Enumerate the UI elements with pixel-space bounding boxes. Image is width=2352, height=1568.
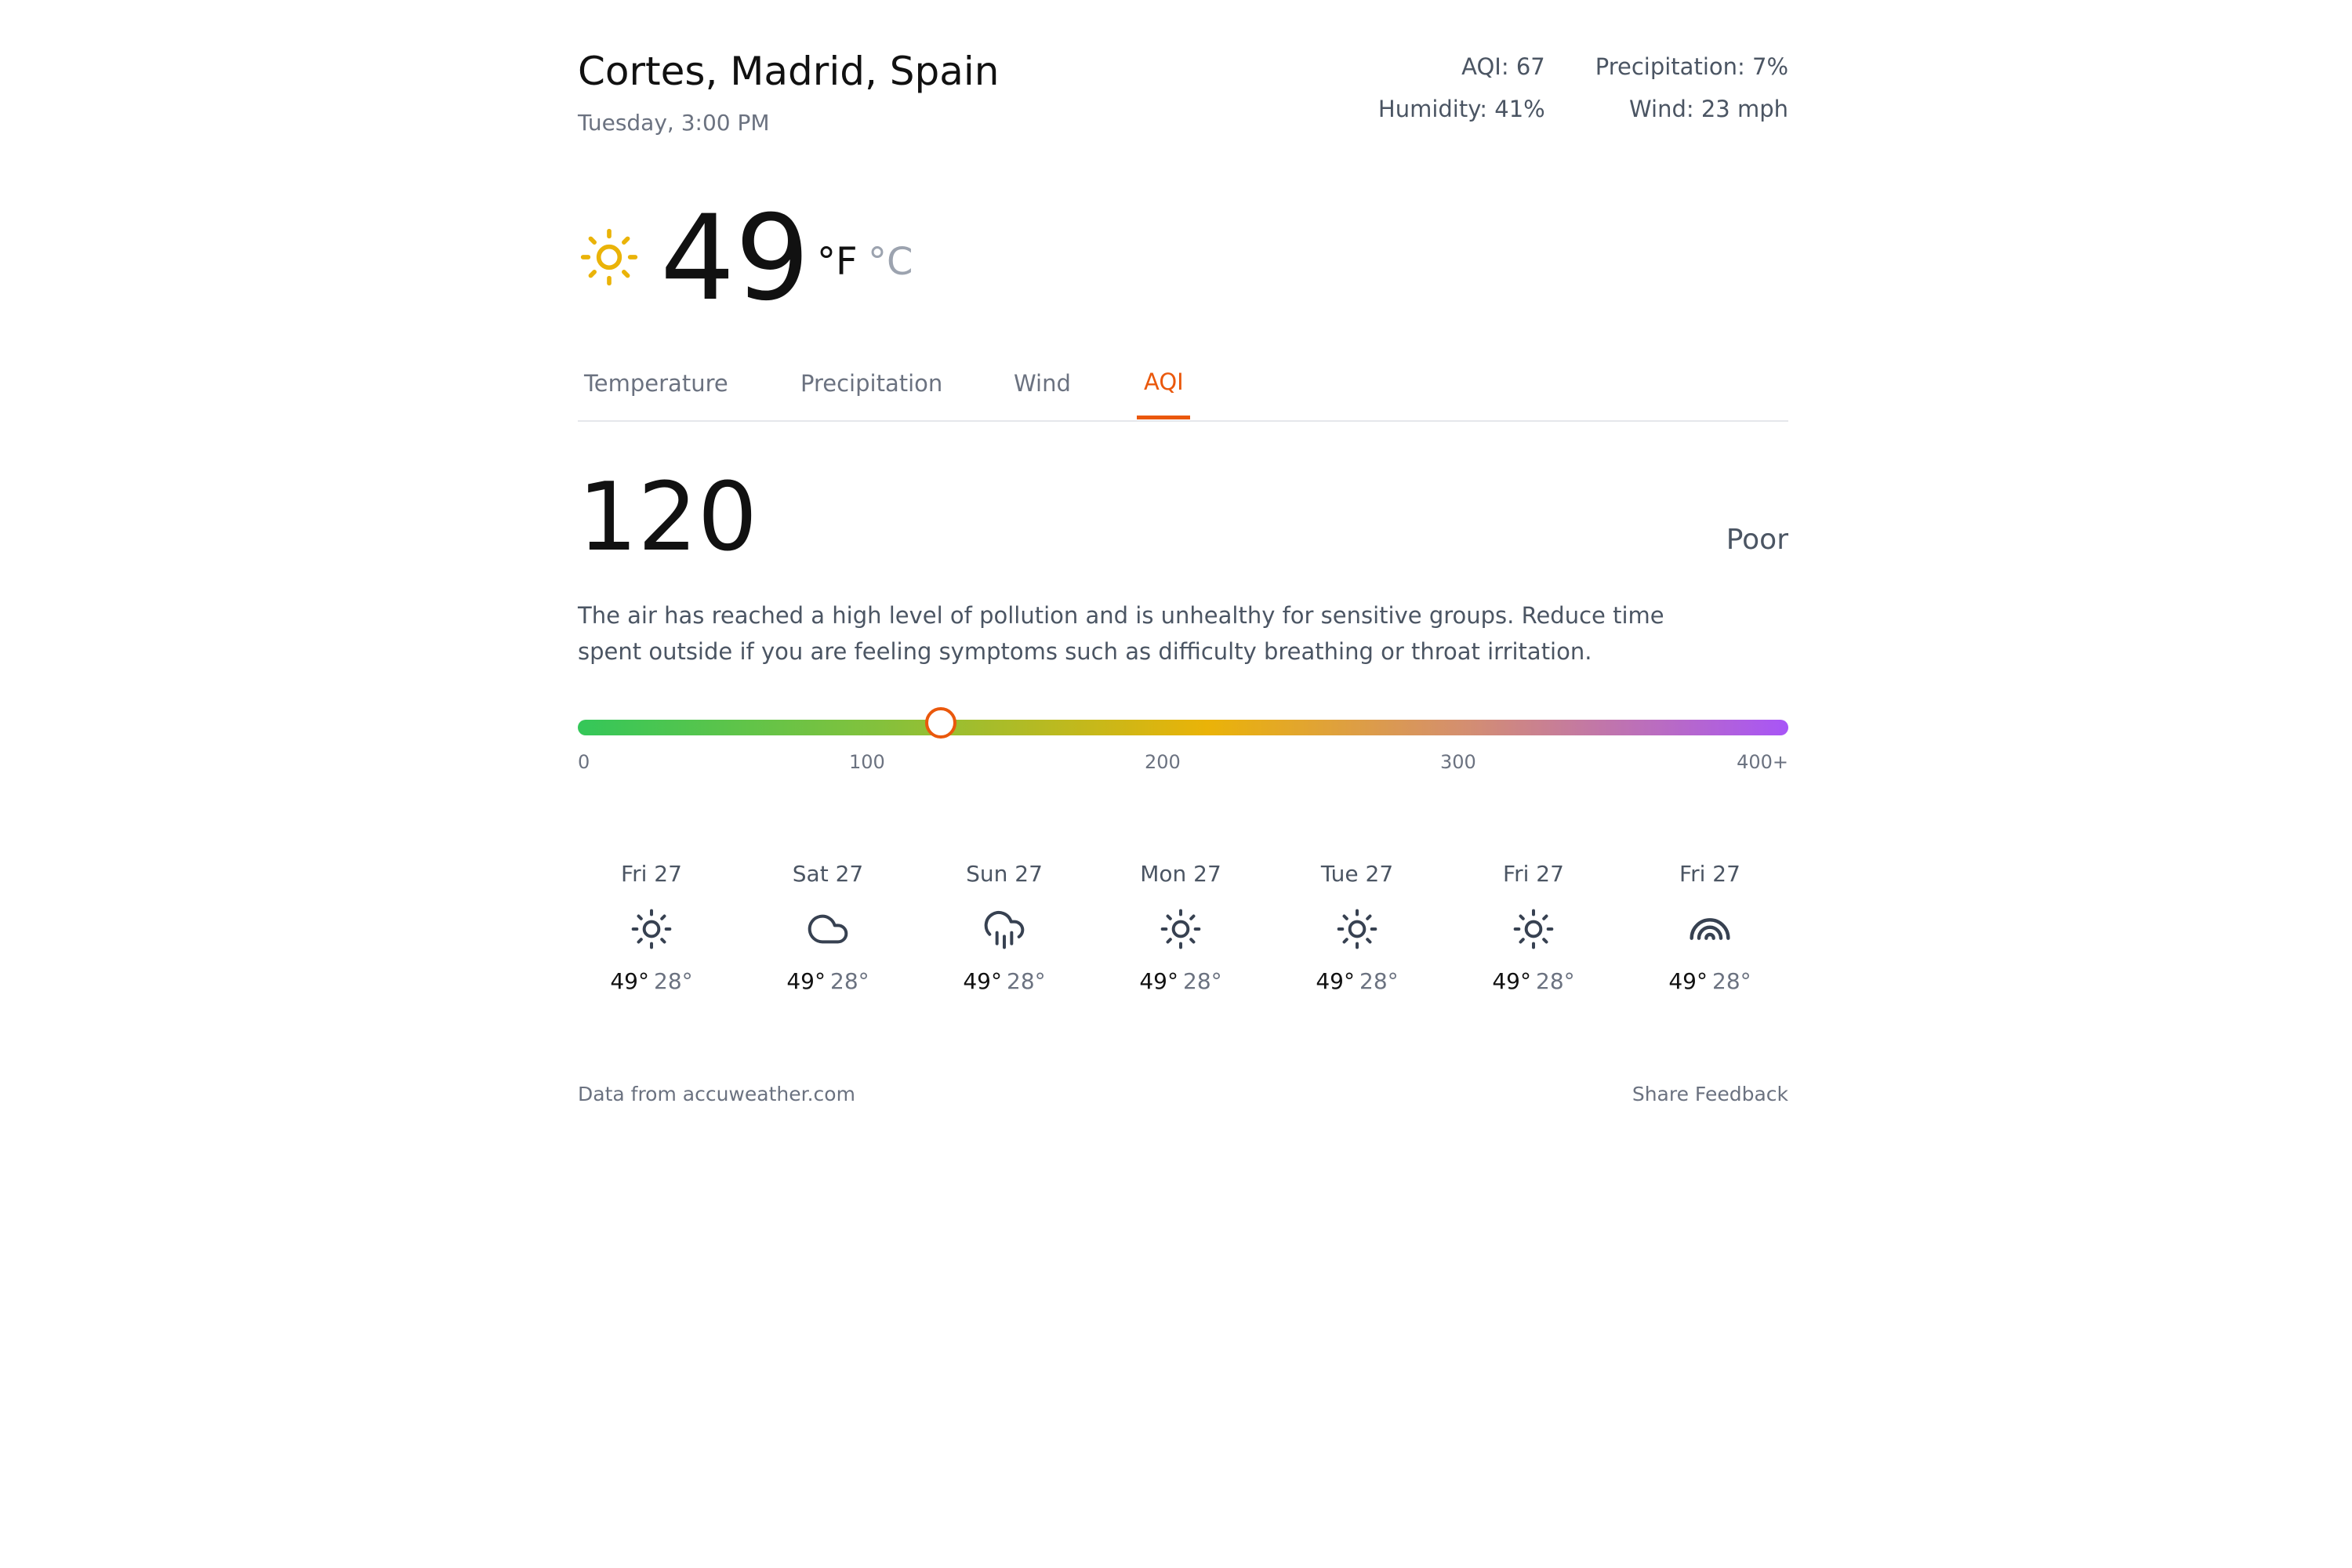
scale-tick-0: 0 <box>578 751 590 773</box>
humidity-stat: Humidity: 41% <box>1377 96 1545 122</box>
sun-icon <box>631 909 672 949</box>
rainbow-icon <box>1690 918 1730 940</box>
forecast-high: 49° <box>1492 968 1531 994</box>
wind-stat: Wind: 23 mph <box>1628 96 1788 122</box>
forecast-day[interactable]: Sun 27 49° 28° <box>926 861 1083 994</box>
aqi-scale-marker[interactable] <box>925 707 957 739</box>
tab-aqi[interactable]: AQI <box>1144 368 1184 395</box>
precipitation-stat: Precipitation: 7% <box>1595 53 1788 80</box>
forecast-high: 49° <box>1668 968 1708 994</box>
data-source: Data from accuweather.com <box>578 1083 855 1105</box>
forecast-low: 28° <box>1007 968 1046 994</box>
aqi-description: The air has reached a high level of poll… <box>578 602 1664 665</box>
tab-precipitation[interactable]: Precipitation <box>800 370 942 397</box>
metric-tabs: Temperature Precipitation Wind AQI <box>578 348 1788 422</box>
forecast-low: 28° <box>1712 968 1751 994</box>
scale-tick-300: 300 <box>1440 751 1476 773</box>
tab-temperature[interactable]: Temperature <box>584 370 728 397</box>
forecast-day-name: Fri 27 <box>1503 861 1564 887</box>
weather-stats: AQI: 67 Precipitation: 7% Humidity: 41% … <box>1378 53 1788 122</box>
scale-tick-400: 400+ <box>1737 751 1788 773</box>
scale-tick-100: 100 <box>849 751 885 773</box>
forecast-day[interactable]: Fri 27 49° 28° <box>573 861 730 994</box>
unit-celsius-toggle[interactable]: °C <box>868 240 913 284</box>
share-feedback-link[interactable]: Share Feedback <box>1632 1083 1788 1105</box>
weather-widget: Cortes, Madrid, Spain Tuesday, 3:00 PM A… <box>578 0 1788 1568</box>
forecast-high: 49° <box>1316 968 1355 994</box>
forecast-day-name: Tue 27 <box>1320 861 1394 887</box>
forecast-low: 28° <box>654 968 693 994</box>
sun-icon <box>1513 909 1554 949</box>
aqi-stat: AQI: 67 <box>1461 53 1545 80</box>
scale-tick-200: 200 <box>1145 751 1181 773</box>
forecast-day-name: Sun 27 <box>966 861 1043 887</box>
forecast-day[interactable]: Fri 27 49° 28° <box>1455 861 1612 994</box>
forecast-day-name: Sat 27 <box>792 861 864 887</box>
forecast-low: 28° <box>1536 968 1575 994</box>
forecast-low: 28° <box>1183 968 1222 994</box>
cloud-rain-icon <box>984 911 1025 949</box>
sun-icon <box>580 228 638 286</box>
aqi-value: 120 <box>578 463 758 572</box>
forecast-day[interactable]: Sat 27 49° 28° <box>750 861 906 994</box>
active-tab-indicator <box>1137 416 1190 419</box>
current-temperature: 49 <box>660 191 810 327</box>
forecast-day-name: Fri 27 <box>1679 861 1740 887</box>
location-title: Cortes, Madrid, Spain <box>578 49 1000 94</box>
date-time: Tuesday, 3:00 PM <box>578 110 770 136</box>
forecast-high: 49° <box>963 968 1002 994</box>
forecast-day-name: Mon 27 <box>1140 861 1221 887</box>
forecast-day[interactable]: Fri 27 49° 28° <box>1632 861 1788 994</box>
forecast-day[interactable]: Mon 27 49° 28° <box>1102 861 1259 994</box>
forecast-low: 28° <box>1359 968 1399 994</box>
aqi-category: Poor <box>1726 524 1788 556</box>
tab-wind[interactable]: Wind <box>1014 370 1071 397</box>
sun-icon <box>1337 909 1377 949</box>
forecast-high: 49° <box>1139 968 1178 994</box>
aqi-scale-bar <box>578 720 1788 735</box>
sun-icon <box>1160 909 1201 949</box>
forecast-low: 28° <box>830 968 869 994</box>
unit-fahrenheit-toggle[interactable]: °F <box>817 240 858 284</box>
cloud-icon <box>808 914 848 944</box>
forecast-day-name: Fri 27 <box>621 861 682 887</box>
forecast-day[interactable]: Tue 27 49° 28° <box>1279 861 1436 994</box>
forecast-high: 49° <box>610 968 649 994</box>
forecast-high: 49° <box>786 968 826 994</box>
